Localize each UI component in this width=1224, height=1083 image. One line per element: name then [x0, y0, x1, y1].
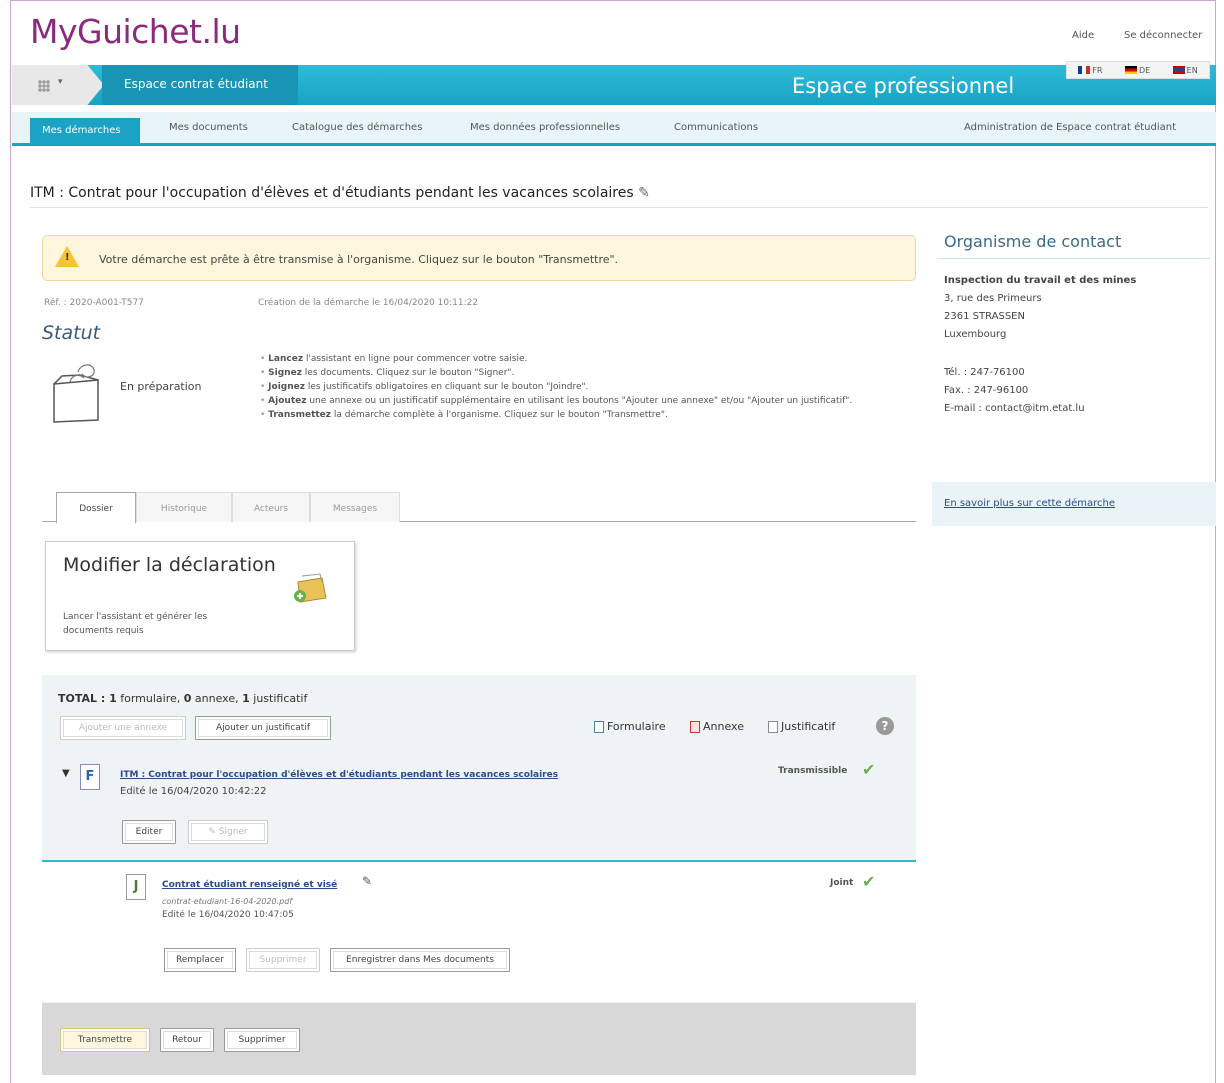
nav-admin[interactable]: Administration de Espace contrat étudian…: [964, 122, 1176, 133]
contact-heading: Organisme de contact: [944, 232, 1122, 251]
form-icon: [594, 721, 604, 733]
tab-dossier[interactable]: Dossier: [56, 492, 136, 523]
legend-form: Formulaire: [594, 720, 666, 733]
flag-fr-icon: [1078, 66, 1091, 74]
form-edited-date: Edité le 16/04/2020 10:42:22: [120, 786, 267, 797]
step-item: Lancez l'assistant en ligne pour commenc…: [260, 352, 915, 366]
tab-acteurs[interactable]: Acteurs: [232, 492, 310, 522]
address-line: 2361 STRASSEN: [944, 311, 1025, 322]
step-item: Transmettez la démarche complète à l'org…: [260, 408, 915, 422]
folder-add-icon: [294, 573, 327, 603]
title-divider: [30, 207, 1208, 208]
legend-annex: Annexe: [690, 720, 744, 733]
folder-icon: [53, 364, 99, 423]
lang-en[interactable]: EN: [1172, 66, 1198, 75]
creation-date: Création de la démarche le 16/04/2020 10…: [258, 298, 479, 308]
statut-heading: Statut: [42, 322, 101, 344]
grid-icon: [38, 80, 50, 92]
submit-button[interactable]: Transmettre: [60, 1028, 150, 1052]
language-switcher: FR DE EN: [1066, 61, 1210, 79]
address-line: 3, rue des Primeurs: [944, 293, 1042, 304]
logout-link[interactable]: Se déconnecter: [1124, 30, 1202, 41]
nav-donnees-pro[interactable]: Mes données professionnelles: [470, 122, 620, 133]
total-summary: TOTAL : 1 formulaire, 0 annexe, 1 justif…: [58, 692, 308, 705]
pencil-icon[interactable]: ✎: [638, 185, 650, 201]
form-file-icon: F: [80, 764, 100, 790]
status-value: En préparation: [120, 380, 202, 393]
modify-declaration-card[interactable]: Modifier la déclaration Lancer l'assista…: [45, 541, 355, 651]
sign-button[interactable]: ✎ Signer: [188, 820, 268, 844]
page-title-text: ITM : Contrat pour l'occupation d'élèves…: [30, 185, 634, 201]
main-nav: Mes documents Catalogue des démarches Me…: [12, 112, 1216, 146]
save-to-documents-button[interactable]: Enregistrer dans Mes documents: [330, 948, 510, 972]
nav-catalogue[interactable]: Catalogue des démarches: [292, 122, 422, 133]
warning-mark: !: [65, 252, 70, 263]
page-title: ITM : Contrat pour l'occupation d'élèves…: [30, 185, 650, 201]
flag-de-icon: [1124, 66, 1137, 74]
annex-icon: [690, 721, 700, 733]
attachment-edited-date: Edité le 16/04/2020 10:47:05: [162, 910, 294, 920]
lang-de[interactable]: DE: [1124, 66, 1150, 75]
step-item: Ajoutez une annexe ou un justificatif su…: [260, 394, 915, 408]
form-status: Transmissible: [778, 766, 848, 776]
check-icon: ✔: [862, 760, 876, 779]
delete-button[interactable]: Supprimer: [224, 1028, 300, 1052]
form-title-link[interactable]: ITM : Contrat pour l'occupation d'élèves…: [120, 770, 558, 780]
add-justif-button[interactable]: Ajouter un justificatif: [195, 716, 331, 740]
card-description: Lancer l'assistant et générer les docume…: [63, 612, 208, 636]
card-title: Modifier la déclaration: [63, 554, 276, 576]
steps-list: Lancez l'assistant en ligne pour commenc…: [260, 352, 915, 422]
contact-address: Inspection du travail et des mines 3, ru…: [944, 272, 1136, 418]
fax: Fax. : 247-96100: [944, 385, 1029, 396]
add-annex-button[interactable]: Ajouter une annexe: [60, 716, 186, 740]
dossier-tabs: Dossier Historique Acteurs Messages: [42, 492, 916, 523]
attachment-title-link[interactable]: Contrat étudiant renseigné et visé: [162, 880, 337, 890]
phone: Tél. : 247-76100: [944, 367, 1025, 378]
help-link[interactable]: Aide: [1072, 30, 1094, 41]
nav-mes-demarches[interactable]: Mes démarches: [30, 118, 140, 143]
alert-text: Votre démarche est prête à être transmis…: [99, 253, 619, 266]
pencil-icon: ✎: [208, 827, 219, 837]
email[interactable]: E-mail : contact@itm.etat.lu: [944, 400, 1136, 418]
tab-historique[interactable]: Historique: [136, 492, 232, 522]
step-item: Signez les documents. Cliquez sur le bou…: [260, 366, 915, 380]
contact-divider: [938, 258, 1210, 259]
check-icon: ✔: [862, 872, 876, 891]
step-item: Joignez les justificatifs obligatoires e…: [260, 380, 915, 394]
reference: Réf. : 2020-A001-T577: [44, 298, 144, 308]
delete-attachment-button[interactable]: Supprimer: [246, 948, 320, 972]
back-button[interactable]: Retour: [160, 1028, 214, 1052]
lang-fr[interactable]: FR: [1078, 66, 1102, 75]
expand-toggle-icon[interactable]: ▼: [62, 768, 70, 779]
status-alert: ! Votre démarche est prête à être transm…: [42, 235, 916, 281]
more-info-link[interactable]: En savoir plus sur cette démarche: [944, 498, 1115, 509]
attachment-status: Joint: [830, 878, 854, 888]
site-logo[interactable]: MyGuichet.lu: [30, 12, 241, 51]
replace-button[interactable]: Remplacer: [164, 948, 236, 972]
space-type-title: Espace professionnel: [792, 74, 1015, 98]
space-label: Espace contrat étudiant: [124, 77, 268, 91]
address-line: Luxembourg: [944, 329, 1007, 340]
nav-mes-documents[interactable]: Mes documents: [169, 122, 248, 133]
help-icon[interactable]: ?: [876, 717, 894, 735]
tab-messages[interactable]: Messages: [310, 492, 400, 522]
pencil-icon[interactable]: ✎: [362, 874, 372, 888]
justif-icon: [768, 721, 778, 733]
legend-justif: Justificatif: [768, 720, 835, 733]
attachment-filename: contrat-etudiant-16-04-2020.pdf: [162, 897, 293, 906]
chevron-down-icon: ▾: [58, 77, 63, 87]
flag-en-icon: [1172, 66, 1185, 74]
app-switcher[interactable]: ▾: [12, 65, 104, 105]
org-name: Inspection du travail et des mines: [944, 275, 1137, 286]
space-selector[interactable]: Espace contrat étudiant: [102, 65, 298, 105]
justif-file-icon: J: [126, 874, 146, 900]
nav-communications[interactable]: Communications: [674, 122, 758, 133]
edit-button[interactable]: Editer: [122, 820, 176, 844]
